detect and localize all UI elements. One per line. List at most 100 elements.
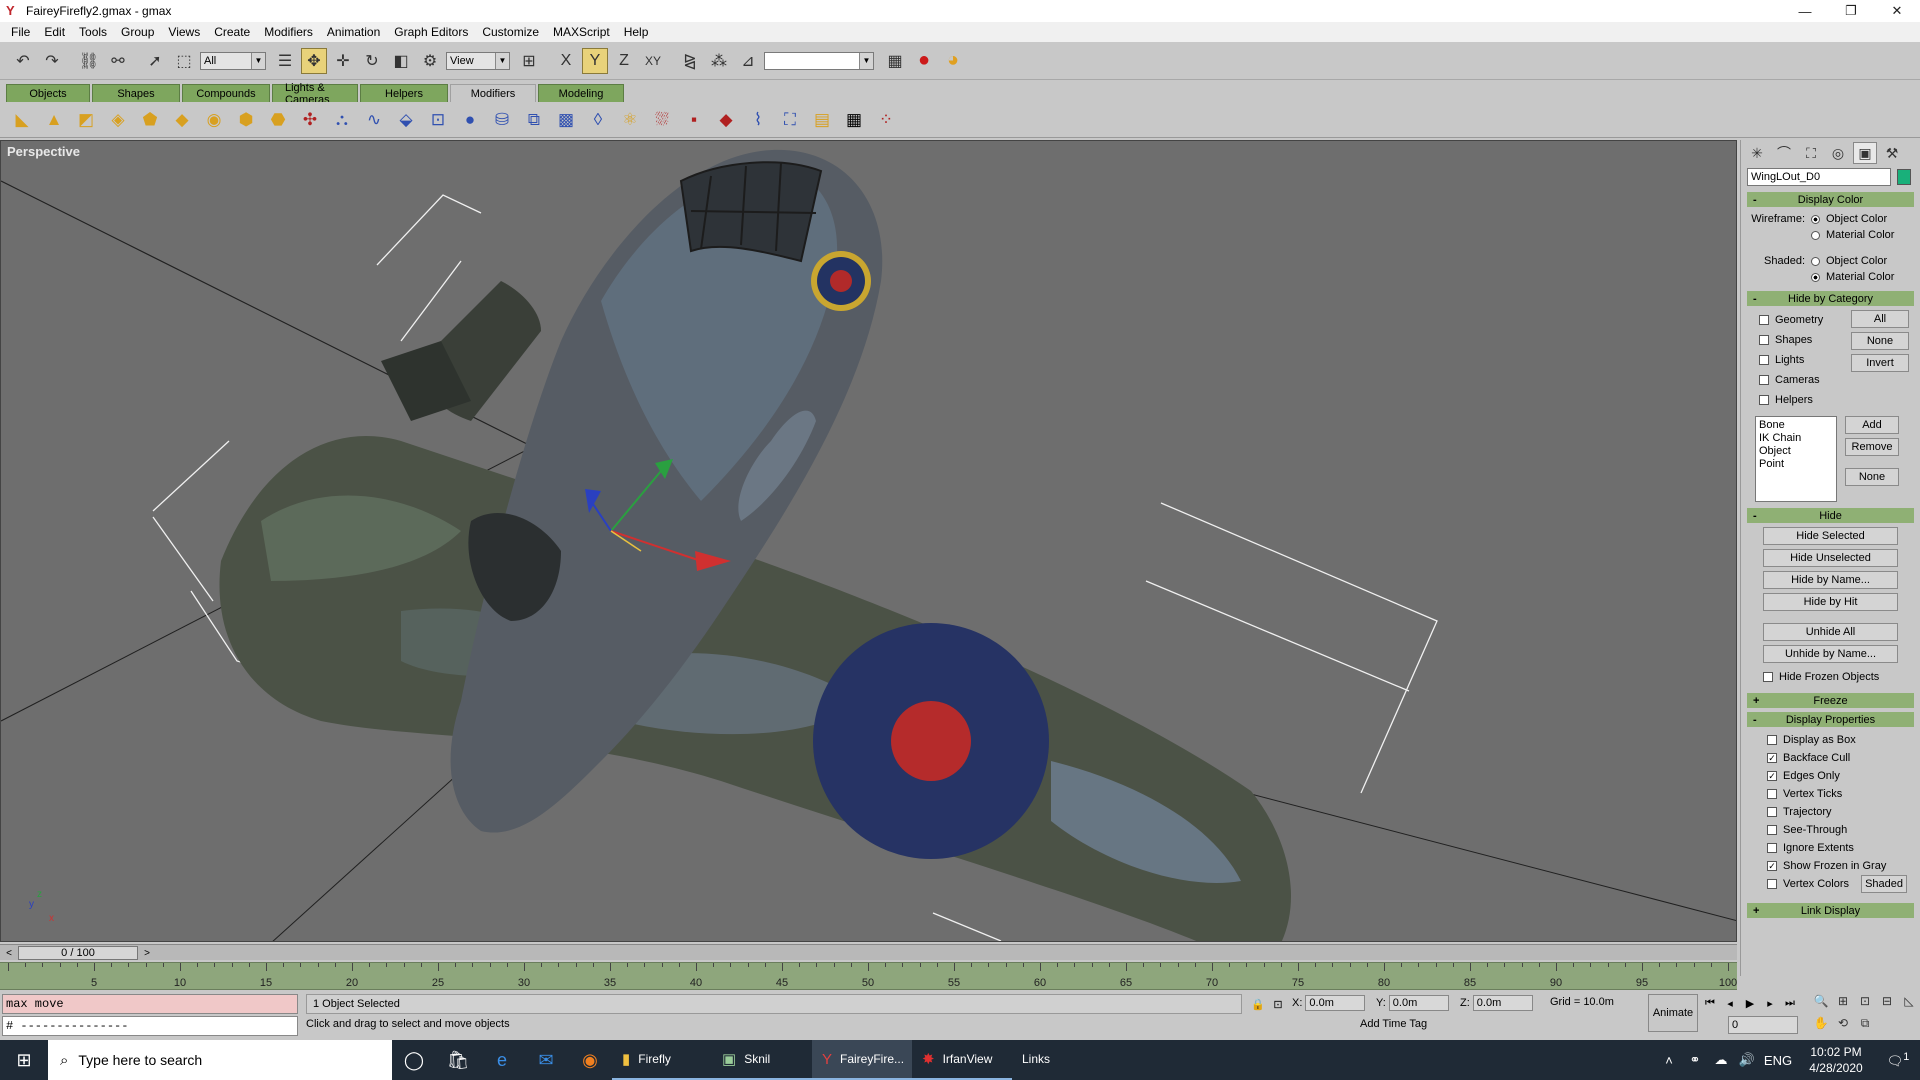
edit-mesh-icon[interactable]: ⌇: [744, 106, 772, 134]
taskbar-links-toolbar[interactable]: Links: [1012, 1040, 1092, 1080]
hide-by-hit-button[interactable]: Hide by Hit: [1763, 593, 1898, 611]
hierarchy-tab-icon[interactable]: ⛶: [1799, 142, 1823, 164]
vol-select-icon[interactable]: ▪: [680, 106, 708, 134]
selection-lock-icon[interactable]: 🔒: [1248, 996, 1268, 1012]
material-modifier-icon[interactable]: ▦: [840, 106, 868, 134]
create-tab-icon[interactable]: ✳: [1745, 142, 1769, 164]
select-and-move-icon[interactable]: ✥: [301, 47, 327, 74]
display-tab-icon[interactable]: ▣: [1853, 142, 1877, 164]
track-bar[interactable]: 5 10 15 20 25 30 35 40 45 50 55 60 65 70 75 80 85 90 95 100: [0, 962, 1737, 990]
edit-spline-icon[interactable]: ∿: [360, 106, 388, 134]
menu-edit[interactable]: Edit: [37, 25, 72, 39]
select-and-move-alt-icon[interactable]: ✛: [330, 48, 356, 74]
hide-by-name-button[interactable]: Hide by Name...: [1763, 571, 1898, 589]
show-frozen-gray-checkbox[interactable]: ✓: [1767, 861, 1777, 871]
stretch-modifier-icon[interactable]: ⬟: [136, 106, 164, 134]
extrude-modifier-icon[interactable]: ⬙: [392, 106, 420, 134]
slice-modifier-icon[interactable]: ◆: [712, 106, 740, 134]
mesh-select-icon[interactable]: ⛬: [328, 106, 356, 134]
pivot-center-icon[interactable]: ⊞: [516, 48, 542, 74]
task-view-icon[interactable]: ◯: [392, 1040, 436, 1080]
go-to-end-icon[interactable]: ⏭: [1780, 994, 1800, 1012]
mail-icon[interactable]: ✉: [524, 1040, 568, 1080]
edges-only-checkbox[interactable]: ✓: [1767, 771, 1777, 781]
menu-group[interactable]: Group: [114, 25, 161, 39]
time-slider-next-icon[interactable]: >: [140, 946, 154, 960]
vertex-ticks-checkbox[interactable]: [1767, 789, 1777, 799]
optimize-modifier-icon[interactable]: ◊: [584, 106, 612, 134]
taskbar-app-irfanview[interactable]: ✸ IrfanView: [912, 1040, 1012, 1080]
utilities-tab-icon[interactable]: ⚒: [1880, 142, 1904, 164]
perspective-viewport[interactable]: Perspective z y x: [0, 140, 1737, 942]
object-color-swatch[interactable]: [1897, 169, 1911, 185]
x-coordinate-field[interactable]: 0.0m: [1305, 995, 1366, 1011]
display-as-box-checkbox[interactable]: [1767, 735, 1777, 745]
backface-cull-checkbox[interactable]: ✓: [1767, 753, 1777, 763]
select-and-rotate-icon[interactable]: ↻: [359, 48, 385, 74]
hide-shapes-checkbox[interactable]: [1759, 335, 1769, 345]
hide-category-none-button[interactable]: None: [1851, 332, 1909, 350]
freeze-header[interactable]: + Freeze: [1747, 693, 1914, 708]
list-item[interactable]: IK Chain Object: [1759, 432, 1833, 458]
hide-category-list-none-button[interactable]: None: [1845, 468, 1899, 486]
select-by-name-icon[interactable]: ☰: [272, 48, 298, 74]
time-slider-knob[interactable]: 0 / 100: [18, 946, 138, 960]
menu-graph-editors[interactable]: Graph Editors: [387, 25, 475, 39]
wireframe-material-color-radio[interactable]: [1811, 230, 1820, 240]
shaded-object-color-radio[interactable]: [1811, 256, 1820, 266]
field-of-view-icon[interactable]: ◺: [1898, 990, 1920, 1012]
tab-shapes[interactable]: Shapes: [92, 84, 180, 102]
hide-category-remove-button[interactable]: Remove: [1845, 438, 1899, 456]
notifications-icon[interactable]: 🗨1: [1876, 1051, 1920, 1069]
restore-button[interactable]: ❐: [1828, 0, 1874, 22]
render-icon[interactable]: ●: [911, 48, 937, 74]
ignore-extents-checkbox[interactable]: [1767, 843, 1777, 853]
menu-animation[interactable]: Animation: [320, 25, 387, 39]
next-frame-icon[interactable]: ▸: [1760, 994, 1780, 1012]
xform-modifier-icon[interactable]: ✣: [296, 106, 324, 134]
zoom-extents-all-icon[interactable]: ⊟: [1876, 990, 1898, 1012]
restrict-xy-icon[interactable]: XY: [640, 48, 666, 74]
select-manipulate-icon[interactable]: ⚙: [417, 48, 443, 74]
mesh-smooth-icon[interactable]: ▩: [552, 106, 580, 134]
uvw-xform-icon[interactable]: ⧉: [520, 106, 548, 134]
network-icon[interactable]: ⚭: [1682, 1052, 1708, 1068]
play-icon[interactable]: ▶: [1740, 994, 1760, 1012]
animate-button[interactable]: Animate: [1648, 994, 1698, 1032]
hide-unselected-button[interactable]: Hide Unselected: [1763, 549, 1898, 567]
edge-browser-icon[interactable]: e: [480, 1040, 524, 1080]
menu-customize[interactable]: Customize: [475, 25, 546, 39]
bend-modifier-icon[interactable]: ◣: [8, 106, 36, 134]
lattice-modifier-icon[interactable]: ⬢: [232, 106, 260, 134]
hide-frozen-checkbox[interactable]: [1763, 672, 1773, 682]
previous-frame-icon[interactable]: ◂: [1720, 994, 1740, 1012]
hide-category-list[interactable]: Bone IK Chain Object Point: [1755, 416, 1837, 502]
select-and-link-icon[interactable]: ⛓: [76, 48, 102, 74]
wireframe-object-color-radio[interactable]: [1811, 214, 1820, 224]
normal-modifier-icon[interactable]: ⛶: [776, 106, 804, 134]
zoom-all-icon[interactable]: ⊞: [1832, 990, 1854, 1012]
skew-modifier-icon[interactable]: ⬣: [264, 106, 292, 134]
reference-coordinate-dropdown[interactable]: View ▼: [446, 51, 510, 70]
chevron-up-icon[interactable]: ˄: [1656, 1053, 1682, 1068]
select-object-icon[interactable]: ➚: [142, 48, 168, 74]
uvw-map-icon[interactable]: ▤: [808, 106, 836, 134]
store-icon[interactable]: 🛍: [436, 1040, 480, 1080]
modify-tab-icon[interactable]: ⌒: [1772, 142, 1796, 164]
clock[interactable]: 10:02 PM 4/28/2020: [1796, 1044, 1876, 1076]
hide-lights-checkbox[interactable]: [1759, 355, 1769, 365]
absolute-mode-icon[interactable]: ⊡: [1268, 996, 1288, 1012]
trajectory-checkbox[interactable]: [1767, 807, 1777, 817]
go-to-start-icon[interactable]: ⏮: [1700, 994, 1720, 1012]
zoom-extents-icon[interactable]: ⊡: [1854, 990, 1876, 1012]
tab-lights-cameras[interactable]: Lights & Cameras: [272, 82, 358, 106]
tab-objects[interactable]: Objects: [6, 84, 90, 102]
display-color-header[interactable]: - Display Color: [1747, 192, 1914, 207]
unwrap-uvw-icon[interactable]: ⛆: [648, 106, 676, 134]
spherify-modifier-icon[interactable]: ◉: [200, 106, 228, 134]
list-item[interactable]: Bone: [1759, 419, 1833, 432]
hide-helpers-checkbox[interactable]: [1759, 395, 1769, 405]
viewport-label[interactable]: Perspective: [7, 144, 80, 159]
hide-cameras-checkbox[interactable]: [1759, 375, 1769, 385]
hide-by-category-header[interactable]: - Hide by Category: [1747, 291, 1914, 306]
